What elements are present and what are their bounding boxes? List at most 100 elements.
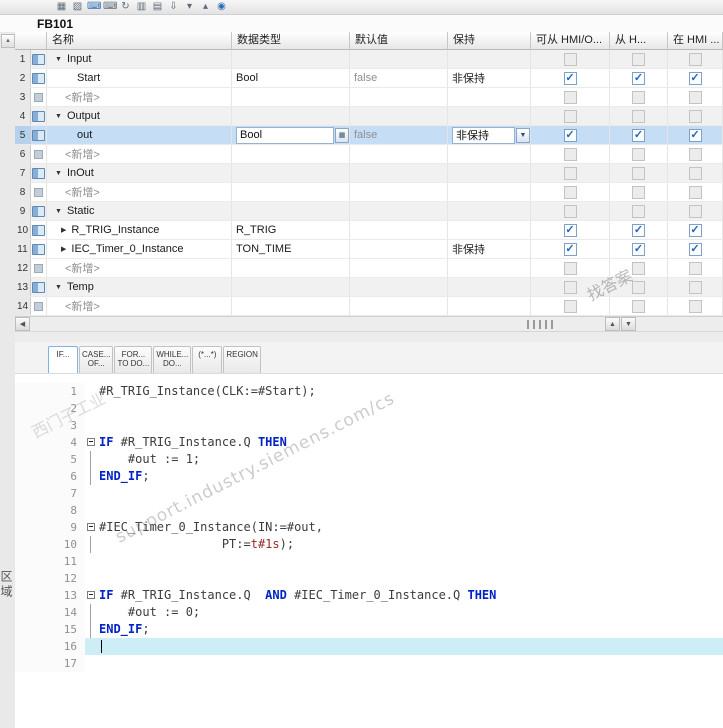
hmi-visible-checkbox[interactable] bbox=[688, 299, 702, 313]
fold-marker-icon[interactable] bbox=[85, 587, 99, 604]
splitter-collapse-up-icon[interactable]: ▲ bbox=[605, 317, 620, 331]
code-line-13[interactable]: 13 IF #R_TRIG_Instance.Q AND #IEC_Timer_0… bbox=[15, 587, 723, 604]
datatype-picker-button[interactable]: ▦ bbox=[335, 127, 349, 143]
declaration-row-1[interactable]: 1 ▼ Input bbox=[15, 50, 723, 69]
section-collapse-icon[interactable]: ▼ bbox=[55, 56, 62, 63]
hmi-writable-checkbox[interactable]: ✓ bbox=[632, 242, 645, 256]
scroll-left-icon[interactable]: ◀ bbox=[15, 317, 30, 331]
header-name[interactable]: 名称 bbox=[47, 32, 232, 50]
hmi-writable-checkbox[interactable] bbox=[632, 261, 645, 275]
retain-cell[interactable] bbox=[448, 297, 531, 315]
name-cell[interactable]: ▶ R_TRIG_Instance bbox=[47, 221, 232, 239]
declaration-row-13[interactable]: 13 ▼ Temp bbox=[15, 278, 723, 297]
data-type-cell[interactable] bbox=[232, 145, 350, 163]
name-cell[interactable]: <新增> bbox=[47, 145, 232, 163]
code-line-2[interactable]: 2 bbox=[15, 400, 723, 417]
default-value-cell[interactable] bbox=[350, 278, 448, 296]
name-cell[interactable]: <新增> bbox=[47, 88, 232, 106]
name-cell[interactable]: <新增> bbox=[47, 297, 232, 315]
declaration-row-12[interactable]: 12 <新增> bbox=[15, 259, 723, 278]
fold-marker-icon[interactable] bbox=[85, 434, 99, 451]
section-collapse-icon[interactable]: ▼ bbox=[55, 170, 62, 177]
hmi-writable-checkbox[interactable] bbox=[632, 109, 645, 123]
hmi-visible-checkbox[interactable] bbox=[688, 204, 702, 218]
retain-cell[interactable] bbox=[448, 107, 531, 125]
left-scroll-strip[interactable]: ▲ 区域 bbox=[0, 32, 16, 728]
hmi-visible-checkbox[interactable] bbox=[688, 147, 702, 161]
retain-cell[interactable] bbox=[448, 278, 531, 296]
code-line-11[interactable]: 11 bbox=[15, 553, 723, 570]
header-writable-hmi[interactable]: 从 H... bbox=[610, 32, 668, 50]
hmi-writable-checkbox[interactable] bbox=[632, 166, 645, 180]
header-accessible-hmi[interactable]: 可从 HMI/O... bbox=[531, 32, 610, 50]
hmi-visible-checkbox[interactable]: ✓ bbox=[688, 242, 702, 256]
default-value-cell[interactable] bbox=[350, 259, 448, 277]
data-type-cell[interactable]: Bool bbox=[232, 69, 350, 87]
scl-code-editor[interactable]: 1 #R_TRIG_Instance(CLK:=#Start); 2 3 4 IF #R_… bbox=[15, 374, 723, 728]
hmi-visible-checkbox[interactable]: ✓ bbox=[688, 71, 702, 85]
hmi-accessible-checkbox[interactable]: ✓ bbox=[563, 128, 577, 142]
code-line-10[interactable]: 10 PT:= t#1s); bbox=[15, 536, 723, 553]
copy-snapshot-icon[interactable]: ▤ bbox=[151, 1, 164, 13]
monitor-all-icon[interactable]: ◉ bbox=[215, 1, 228, 13]
declaration-row-7[interactable]: 7 ▼ InOut bbox=[15, 164, 723, 183]
name-cell[interactable]: <新增> bbox=[47, 183, 232, 201]
data-type-cell[interactable] bbox=[232, 164, 350, 182]
code-line-8[interactable]: 8 bbox=[15, 502, 723, 519]
snippet-while-button[interactable]: WHILE... DO... bbox=[153, 346, 192, 373]
hmi-accessible-checkbox[interactable] bbox=[563, 185, 577, 199]
hmi-accessible-checkbox[interactable]: ✓ bbox=[563, 242, 577, 256]
header-default-value[interactable]: 默认值 bbox=[350, 32, 448, 50]
hmi-visible-checkbox[interactable] bbox=[688, 166, 702, 180]
code-line-16[interactable]: 16 bbox=[15, 638, 723, 655]
splitter-collapse-down-icon[interactable]: ▼ bbox=[621, 317, 636, 331]
fold-marker-icon[interactable] bbox=[85, 519, 99, 536]
section-collapse-icon[interactable]: ▼ bbox=[55, 113, 62, 120]
name-cell[interactable]: ▼ Static bbox=[47, 202, 232, 220]
horizontal-scrollbar[interactable]: ◀ ▲ ▼ bbox=[15, 316, 723, 332]
retain-cell[interactable] bbox=[448, 145, 531, 163]
retain-cell[interactable]: 非保持 bbox=[448, 69, 531, 87]
section-collapse-icon[interactable]: ▼ bbox=[55, 208, 62, 215]
collapse-all-icon[interactable]: ▴ bbox=[199, 1, 212, 13]
code-line-17[interactable]: 17 bbox=[15, 655, 723, 672]
hmi-accessible-checkbox[interactable] bbox=[563, 261, 577, 275]
reset-start-values-icon[interactable]: ↻ bbox=[119, 1, 132, 13]
hmi-writable-checkbox[interactable]: ✓ bbox=[632, 223, 645, 237]
data-type-cell[interactable]: Bool ▦ bbox=[232, 126, 350, 144]
hmi-writable-checkbox[interactable] bbox=[632, 90, 645, 104]
data-type-cell[interactable] bbox=[232, 259, 350, 277]
hmi-visible-checkbox[interactable]: ✓ bbox=[688, 223, 702, 237]
hmi-accessible-checkbox[interactable] bbox=[563, 52, 577, 66]
hmi-accessible-checkbox[interactable] bbox=[563, 109, 577, 123]
retain-cell[interactable] bbox=[448, 183, 531, 201]
insert-row-icon[interactable]: ▦ bbox=[55, 1, 68, 13]
default-value-cell[interactable]: false bbox=[350, 126, 448, 144]
hmi-writable-checkbox[interactable] bbox=[632, 185, 645, 199]
datatype-field[interactable]: Bool bbox=[236, 126, 334, 144]
snippet-comment-button[interactable]: (*...*) bbox=[192, 346, 223, 373]
name-cell[interactable]: ▼ InOut bbox=[47, 164, 232, 182]
data-type-cell[interactable] bbox=[232, 107, 350, 125]
name-cell[interactable]: out bbox=[47, 126, 232, 144]
data-type-cell[interactable] bbox=[232, 202, 350, 220]
code-line-15[interactable]: 15 END_IF; bbox=[15, 621, 723, 638]
name-cell[interactable]: ▼ Output bbox=[47, 107, 232, 125]
retain-cell[interactable] bbox=[448, 164, 531, 182]
name-cell[interactable]: Start bbox=[47, 69, 232, 87]
hmi-visible-checkbox[interactable] bbox=[688, 52, 702, 66]
retain-cell[interactable] bbox=[448, 88, 531, 106]
splitter-grip[interactable] bbox=[527, 320, 553, 329]
default-value-cell[interactable] bbox=[350, 145, 448, 163]
hmi-writable-checkbox[interactable] bbox=[632, 147, 645, 161]
declaration-row-10[interactable]: 10 ▶ R_TRIG_Instance R_TRIG ✓ ✓ ✓ bbox=[15, 221, 723, 240]
retain-cell[interactable] bbox=[448, 221, 531, 239]
code-line-12[interactable]: 12 bbox=[15, 570, 723, 587]
hmi-writable-checkbox[interactable] bbox=[632, 280, 645, 294]
default-value-cell[interactable] bbox=[350, 297, 448, 315]
ergonomic-keyboard-icon[interactable]: ⌨ bbox=[103, 1, 117, 13]
snippet-region-button[interactable]: REGION bbox=[223, 346, 261, 373]
default-value-cell[interactable] bbox=[350, 202, 448, 220]
add-row-icon[interactable]: ▧ bbox=[71, 1, 84, 13]
hmi-accessible-checkbox[interactable] bbox=[563, 147, 577, 161]
